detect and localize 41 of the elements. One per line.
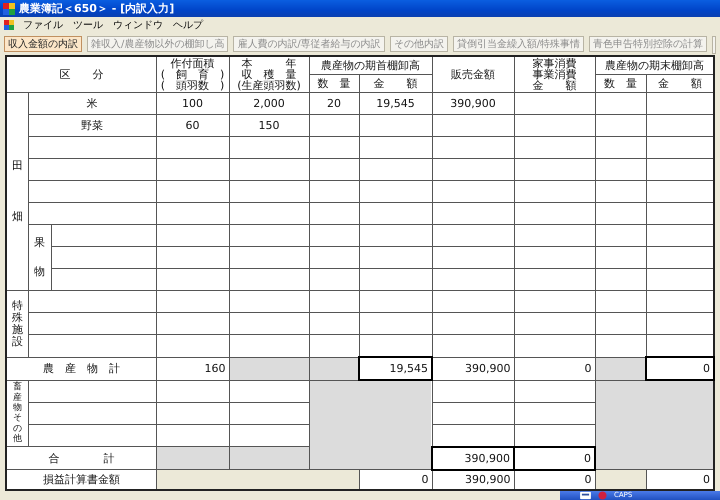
column-header: 家事消費 事業消費 金 額 (514, 56, 596, 92)
table-cell[interactable]: 150 (229, 114, 310, 136)
row-label: 畜産物その他 (12, 382, 22, 444)
table-cell[interactable]: 60 (156, 114, 230, 136)
table-cell[interactable]: 100 (156, 92, 230, 114)
table-cell[interactable]: 20 (309, 92, 360, 114)
table-cell[interactable]: 19,545 (359, 92, 432, 114)
table-cell[interactable]: 390,900 (432, 357, 514, 380)
table-cell[interactable]: 390,900 (432, 446, 514, 470)
tab[interactable]: 収入金額の内訳 (4, 36, 82, 52)
row-label: 特殊施設 (12, 300, 23, 348)
column-header: 数 量 (595, 74, 646, 92)
table-cell[interactable]: 0 (646, 357, 714, 380)
column-header: 金 額 (359, 74, 432, 92)
row-label: 合 計 (6, 446, 156, 470)
table-cell[interactable]: 390,900 (432, 92, 514, 114)
column-header: 金 額 (646, 74, 714, 92)
menu-item[interactable]: ウィンドウ (112, 18, 164, 32)
menu-item[interactable]: ツール (72, 18, 104, 32)
row-label: 農 産 物 計 (6, 357, 156, 380)
table-cell[interactable]: 160 (156, 357, 230, 380)
column-header: 販売金額 (432, 56, 514, 92)
column-header: 本 年 収 穫 量 (生産頭羽数) (229, 56, 310, 92)
column-header: 作付面積 ( 飼 育 ) ( 頭羽数 ) (156, 56, 230, 92)
window-title: 農業簿記＜650＞ - [内訳入力] (19, 1, 174, 16)
menu-item[interactable]: ファイル (22, 18, 64, 32)
app-icon (4, 20, 14, 30)
column-header: 農産物の期首棚卸高 (309, 56, 432, 74)
app-icon (3, 2, 15, 14)
row-label: 田畑 (12, 158, 23, 224)
table-cell[interactable]: 0 (514, 446, 596, 470)
table-cell[interactable]: 19,545 (359, 357, 432, 380)
row-label: 果物 (34, 234, 45, 280)
row-label: 野菜 (28, 114, 156, 136)
keyboard-icon[interactable] (580, 491, 591, 500)
column-header: 区 分 (6, 56, 156, 92)
table-cell[interactable]: 0 (514, 357, 596, 380)
menu-item[interactable]: ヘルプ (172, 18, 204, 32)
table-cell[interactable]: 2,000 (229, 92, 310, 114)
column-header: 数 量 (309, 74, 360, 92)
row-label: 米 (28, 92, 156, 114)
